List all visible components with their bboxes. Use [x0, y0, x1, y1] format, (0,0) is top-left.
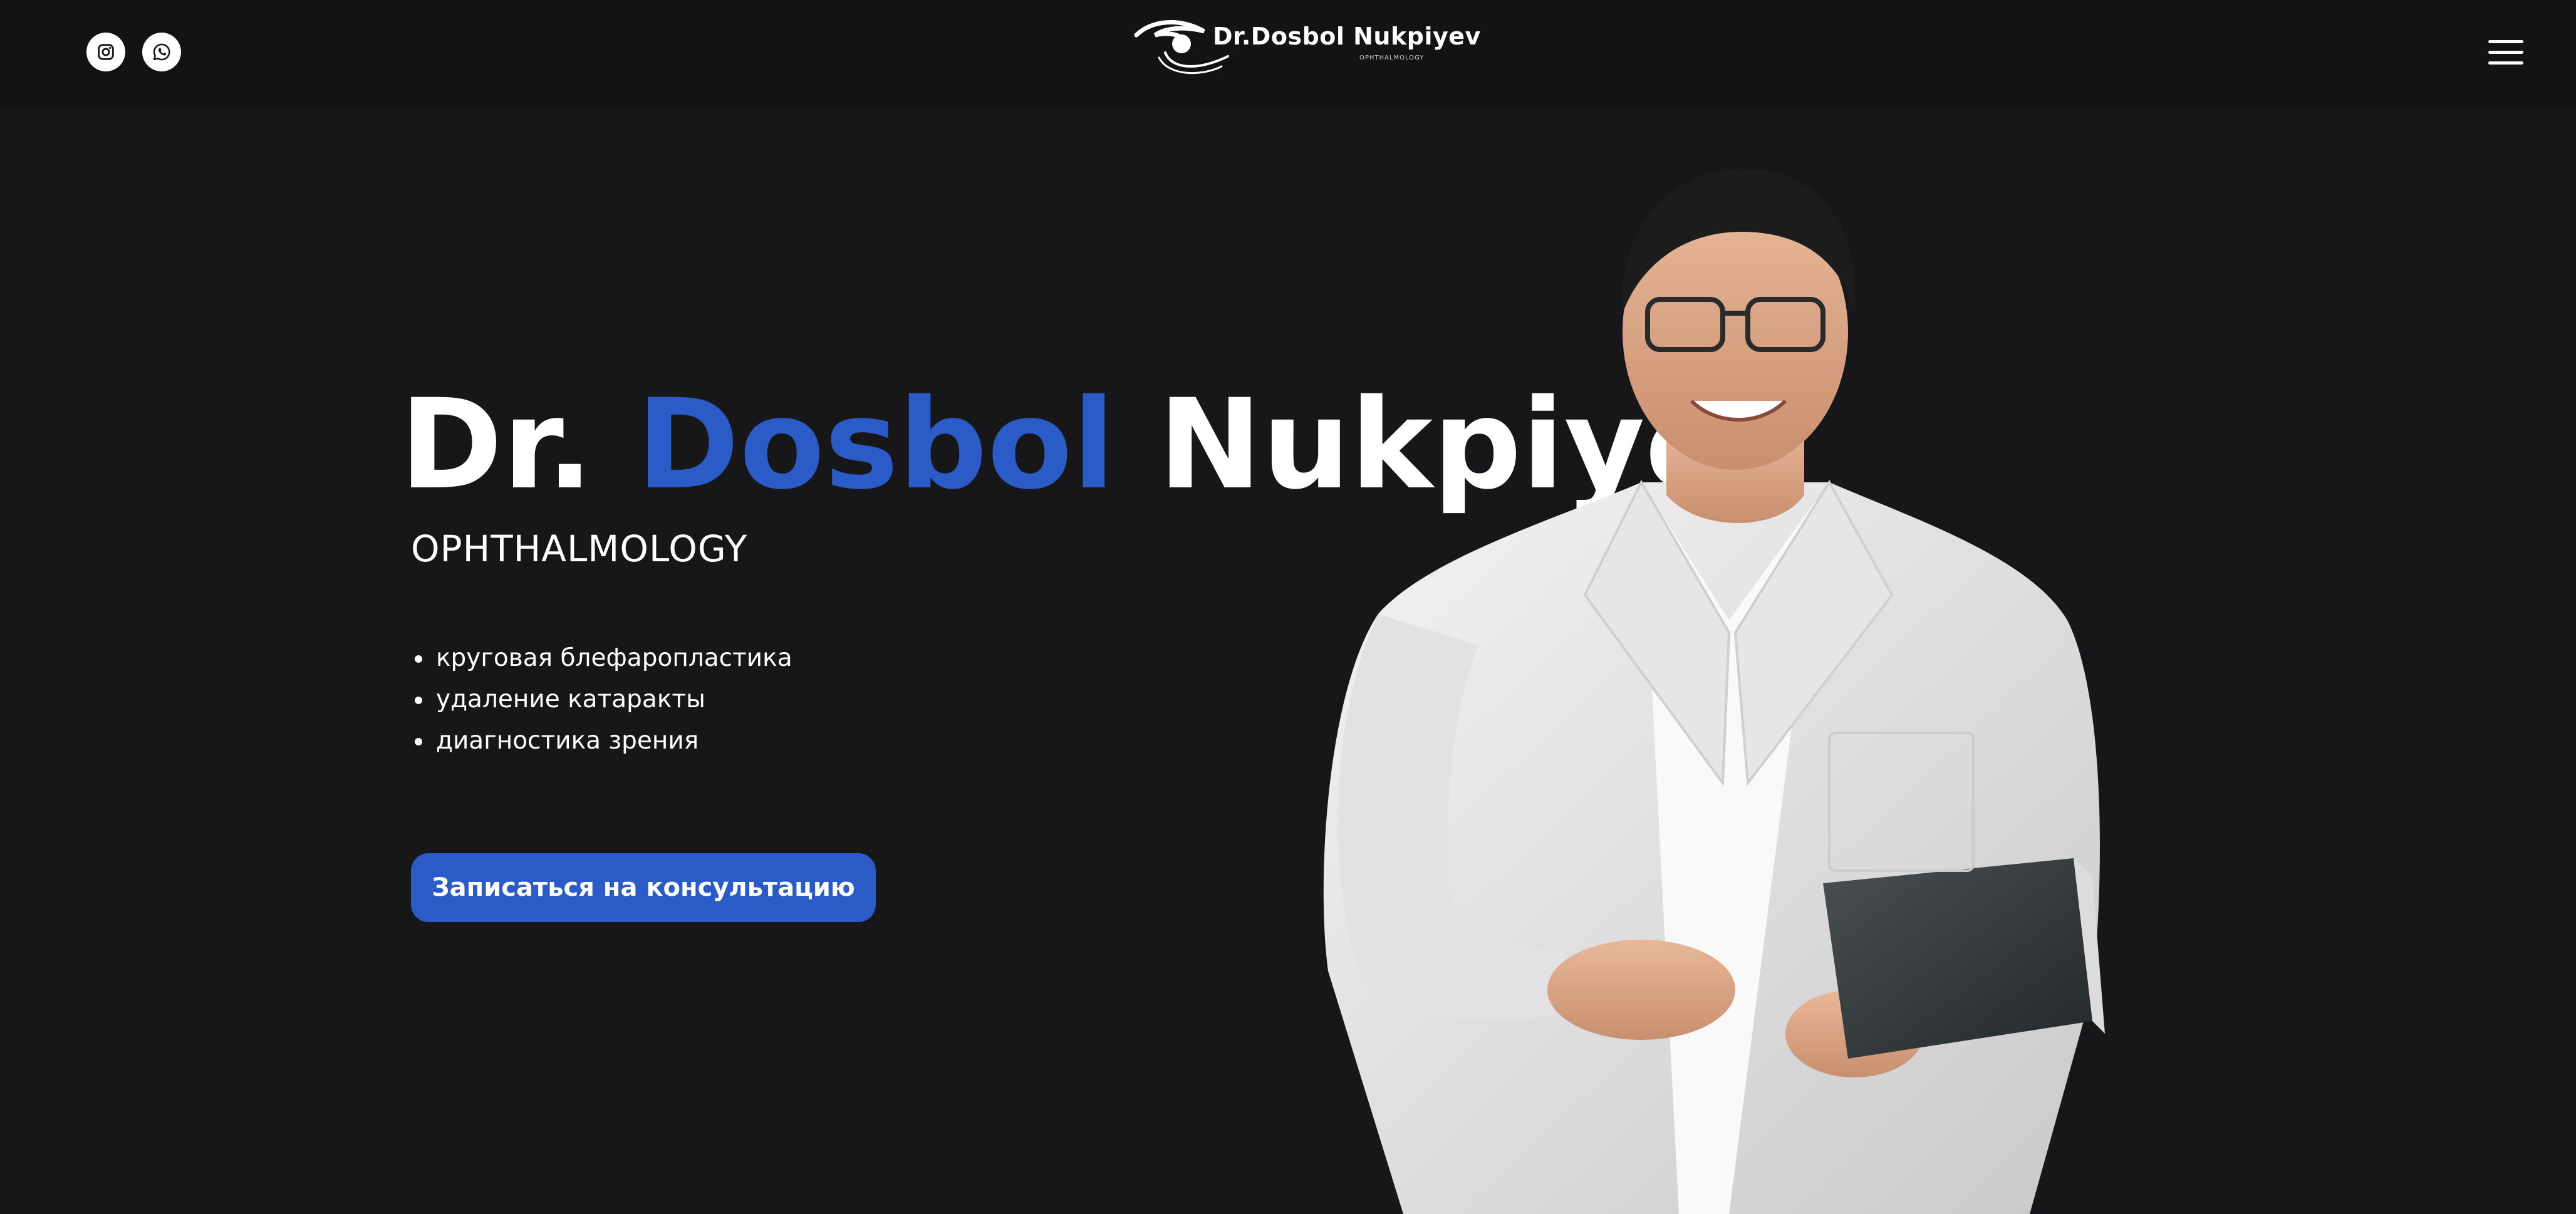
hamburger-menu-icon-bar: [2488, 51, 2523, 54]
site-logo[interactable]: Dr.Dosbol Nukpiyev OPHTHALMOLOGY: [1134, 19, 1480, 75]
service-item: круговая блефаропластика: [411, 638, 792, 679]
logo-subtitle: OPHTHALMOLOGY: [1359, 54, 1425, 61]
instagram-icon: [98, 44, 114, 60]
services-list: круговая блефаропластика удаление катара…: [411, 638, 792, 762]
whatsapp-icon: [153, 43, 170, 61]
hamburger-menu-icon-bar: [2488, 40, 2523, 43]
logo-name: Dr.Dosbol Nukpiyev: [1213, 23, 1481, 50]
site-header: Dr.Dosbol Nukpiyev OPHTHALMOLOGY: [0, 0, 2576, 108]
page: Dr.Dosbol Nukpiyev OPHTHALMOLOGY Dr. Dos…: [0, 0, 2576, 1214]
book-consultation-button[interactable]: Записаться на консультацию: [411, 853, 876, 922]
hamburger-menu-icon-bar: [2488, 61, 2523, 65]
hamburger-menu-button[interactable]: [2488, 39, 2526, 66]
service-item: удаление катаракты: [411, 679, 792, 720]
doctor-illustration: [1323, 169, 2105, 1214]
hero-title-accent: Dosbol: [636, 372, 1115, 517]
whatsapp-link[interactable]: [142, 33, 181, 71]
doctor-photo: [1291, 157, 2142, 1214]
hero-title-prefix: Dr.: [400, 372, 593, 517]
instagram-link[interactable]: [86, 33, 125, 71]
service-item: диагностика зрения: [411, 720, 792, 762]
hero-subtitle: OPHTHALMOLOGY: [411, 527, 748, 570]
